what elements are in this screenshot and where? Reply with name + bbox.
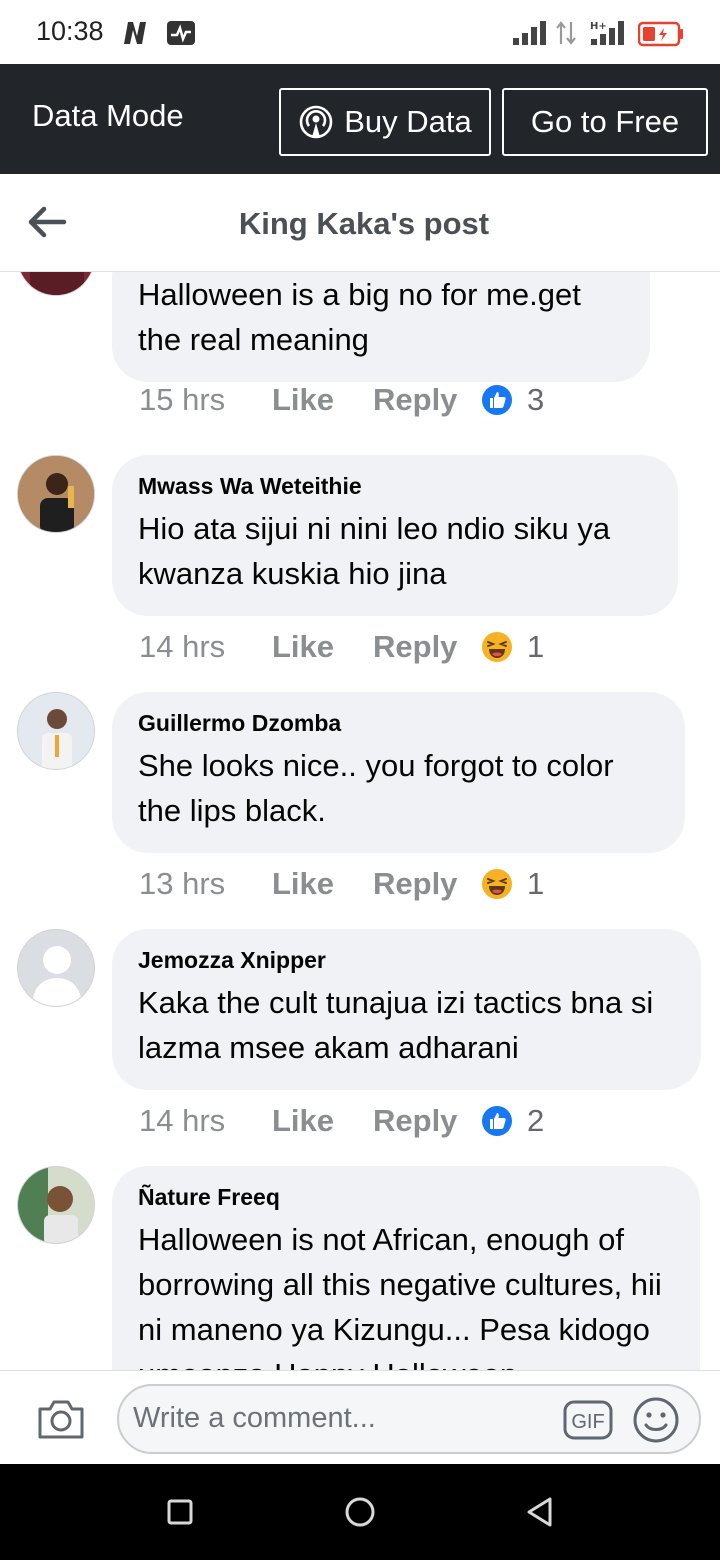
gif-label: GIF bbox=[571, 1411, 604, 1433]
comment-time: 13 hrs bbox=[139, 866, 226, 901]
reaction-count: 1 bbox=[527, 866, 545, 901]
comment-text: Hio ata sijui ni nini leo ndio siku ya k… bbox=[138, 511, 611, 591]
comment-time: 14 hrs bbox=[139, 1103, 226, 1138]
home-circle-icon[interactable] bbox=[342, 1494, 378, 1530]
like-button[interactable]: Like bbox=[272, 1103, 373, 1139]
comment-text: Halloween is a big no for me.get the rea… bbox=[138, 277, 581, 357]
emoji-icon[interactable] bbox=[632, 1396, 680, 1444]
buy-data-button[interactable]: Buy Data bbox=[279, 88, 491, 156]
reply-button[interactable]: Reply bbox=[373, 629, 481, 665]
comment-actions: 14 hrs Like Reply 1 bbox=[139, 627, 544, 667]
system-nav-bar bbox=[0, 1464, 720, 1560]
reaction-count: 3 bbox=[527, 382, 545, 417]
comment-actions: 14 hrs Like Reply 2 bbox=[139, 1101, 544, 1141]
comment-author[interactable]: Mwass Wa Weteithie bbox=[138, 473, 652, 500]
haha-reaction-icon[interactable] bbox=[481, 868, 513, 900]
comment-actions: 15 hrs Like Reply 3 bbox=[139, 380, 544, 420]
data-mode-label: Data Mode bbox=[32, 98, 184, 133]
comment-bubble[interactable]: Halloween is a big no for me.get the rea… bbox=[112, 272, 650, 382]
comment-text: Halloween is not African, enough of borr… bbox=[138, 1222, 662, 1370]
page-title: King Kaka's post bbox=[238, 206, 490, 241]
comment-text: She looks nice.. you forgot to color the… bbox=[138, 748, 614, 828]
go-to-free-label: Go to Free bbox=[530, 104, 680, 139]
post-header: King Kaka's post bbox=[0, 174, 720, 272]
comment-text: Kaka the cult tunajua izi tactics bna si… bbox=[138, 985, 654, 1065]
avatar[interactable] bbox=[17, 455, 95, 533]
network-type-label: H+ bbox=[590, 21, 607, 32]
reaction-count: 2 bbox=[527, 1103, 545, 1138]
netflix-n-icon bbox=[124, 22, 146, 44]
like-button[interactable]: Like bbox=[272, 382, 373, 418]
comment-composer: Write a comment... GIF bbox=[0, 1370, 720, 1464]
like-reaction-icon[interactable] bbox=[481, 384, 513, 416]
broadcast-icon bbox=[299, 105, 333, 139]
comment-author[interactable]: Ñature Freeq bbox=[138, 1184, 674, 1211]
avatar[interactable] bbox=[17, 1166, 95, 1244]
comment-bubble[interactable]: Guillermo Dzomba She looks nice.. you fo… bbox=[112, 692, 685, 853]
comment-bubble[interactable]: Ñature Freeq Halloween is not African, e… bbox=[112, 1166, 700, 1370]
camera-icon[interactable] bbox=[36, 1397, 86, 1441]
recents-square-icon[interactable] bbox=[162, 1494, 198, 1530]
avatar[interactable] bbox=[17, 692, 95, 770]
h-plus-signal-icon: H+ bbox=[590, 21, 624, 45]
data-mode-bar: Data Mode Buy Data Go to Free bbox=[0, 64, 720, 174]
signal-icon bbox=[513, 21, 546, 45]
like-button[interactable]: Like bbox=[272, 629, 373, 665]
status-time: 10:38 bbox=[36, 16, 104, 46]
comment-actions: 13 hrs Like Reply 1 bbox=[139, 864, 544, 904]
default-avatar-icon[interactable] bbox=[17, 929, 95, 1007]
gif-icon[interactable]: GIF bbox=[563, 1400, 613, 1440]
comment-bubble[interactable]: Jemozza Xnipper Kaka the cult tunajua iz… bbox=[112, 929, 701, 1090]
back-triangle-icon[interactable] bbox=[522, 1494, 558, 1530]
data-arrows-icon bbox=[556, 21, 576, 45]
activity-icon bbox=[167, 21, 195, 45]
comment-input[interactable]: Write a comment... GIF bbox=[117, 1384, 701, 1454]
haha-reaction-icon[interactable] bbox=[481, 631, 513, 663]
comment-time: 14 hrs bbox=[139, 629, 226, 664]
comments-list[interactable]: Halloween is a big no for me.get the rea… bbox=[0, 272, 720, 1370]
comment-author[interactable]: Jemozza Xnipper bbox=[138, 947, 675, 974]
reply-button[interactable]: Reply bbox=[373, 866, 481, 902]
status-bar: 10:38 H+ bbox=[0, 0, 720, 64]
like-button[interactable]: Like bbox=[272, 866, 373, 902]
avatar[interactable] bbox=[17, 272, 95, 296]
battery-icon bbox=[638, 21, 683, 47]
comment-placeholder: Write a comment... bbox=[133, 1402, 376, 1434]
like-reaction-icon[interactable] bbox=[481, 1105, 513, 1137]
reply-button[interactable]: Reply bbox=[373, 382, 481, 418]
comment-bubble[interactable]: Mwass Wa Weteithie Hio ata sijui ni nini… bbox=[112, 455, 678, 616]
buy-data-label: Buy Data bbox=[344, 104, 472, 139]
comment-time: 15 hrs bbox=[139, 382, 226, 417]
comment-author[interactable]: Guillermo Dzomba bbox=[138, 710, 659, 737]
reaction-count: 1 bbox=[527, 629, 545, 664]
reply-button[interactable]: Reply bbox=[373, 1103, 481, 1139]
go-to-free-button[interactable]: Go to Free bbox=[502, 88, 708, 156]
